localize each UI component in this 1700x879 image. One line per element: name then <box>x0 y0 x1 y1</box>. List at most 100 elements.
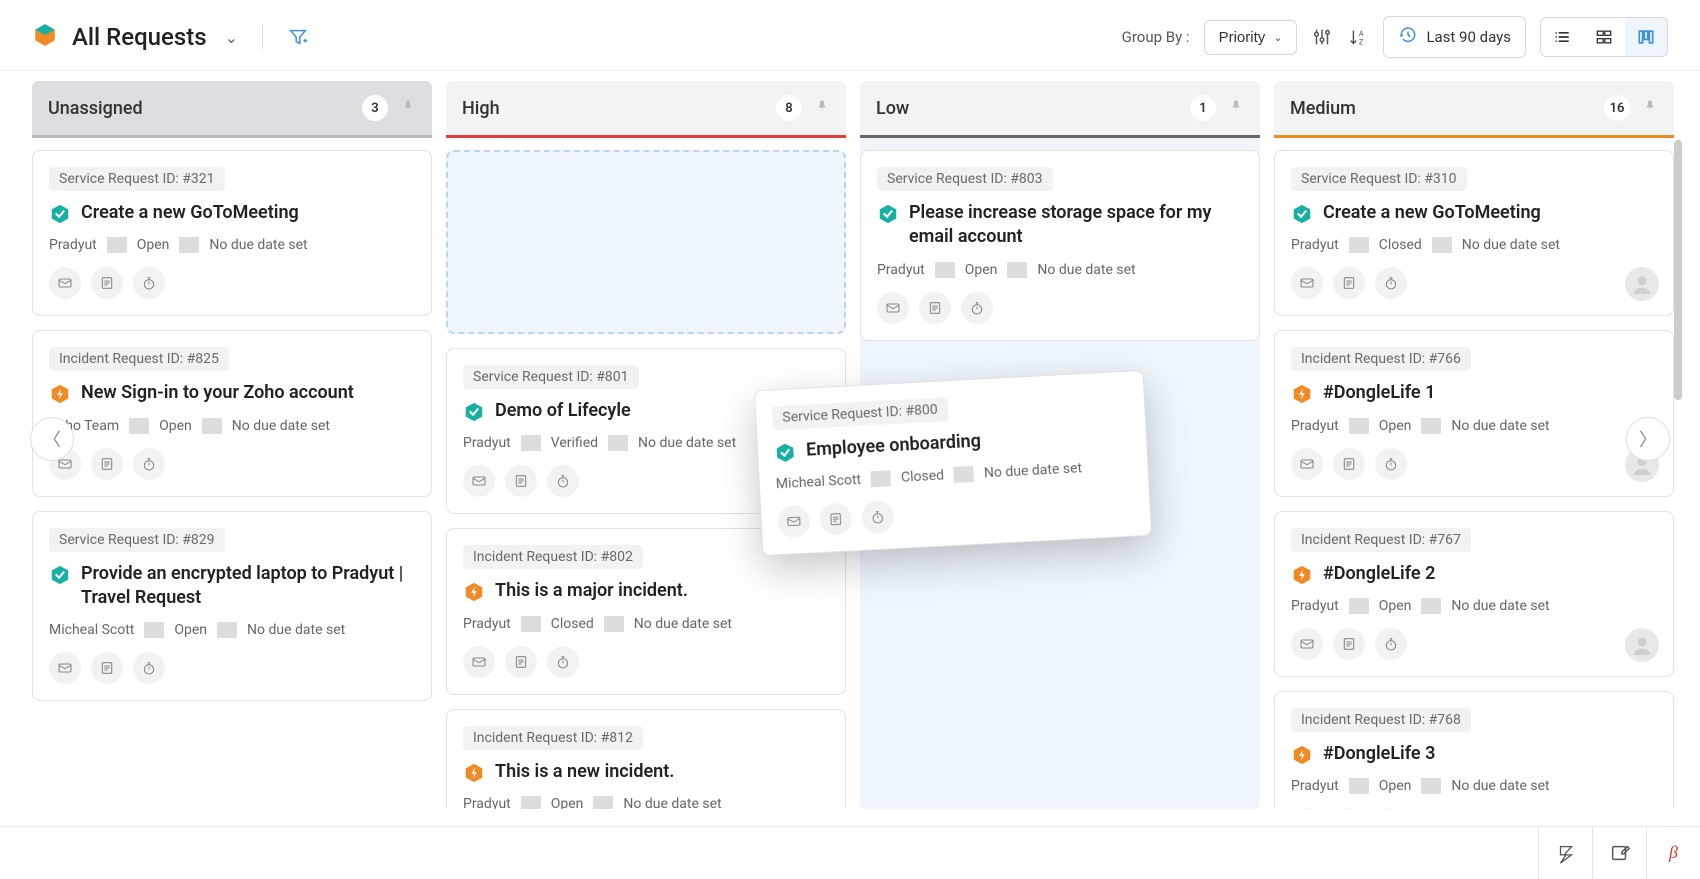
timer-icon[interactable] <box>133 267 165 299</box>
mail-icon[interactable] <box>463 465 495 497</box>
date-range-button[interactable]: Last 90 days <box>1383 16 1526 58</box>
mail-icon[interactable] <box>49 267 81 299</box>
zia-button[interactable] <box>1538 827 1592 879</box>
card-title: #DongleLife 1 <box>1323 381 1435 405</box>
pin-icon[interactable] <box>400 98 416 118</box>
scrollbar[interactable] <box>1674 140 1682 400</box>
pin-icon[interactable] <box>814 98 830 118</box>
mail-icon[interactable] <box>1291 808 1323 809</box>
mail-icon[interactable] <box>1291 448 1323 480</box>
view-kanban-button[interactable] <box>1625 18 1667 56</box>
column-body[interactable]: Service Request ID: #310 Create a new Go… <box>1274 138 1674 809</box>
request-card[interactable]: Incident Request ID: #768 #DongleLife 3 … <box>1274 691 1674 809</box>
timer-icon[interactable] <box>961 292 993 324</box>
timer-icon[interactable] <box>1375 448 1407 480</box>
note-icon[interactable] <box>1333 808 1365 809</box>
request-card[interactable]: Service Request ID: #803 Please increase… <box>860 150 1260 341</box>
timer-icon[interactable] <box>133 652 165 684</box>
note-icon[interactable] <box>919 292 951 324</box>
topbar: All Requests ⌄ Group By : Priority ⌄ Las… <box>0 0 1700 71</box>
card-meta: Zoho Team Open No due date set <box>49 418 415 434</box>
requester: Pradyut <box>877 262 935 278</box>
column-header[interactable]: Medium 16 <box>1274 81 1674 138</box>
note-icon[interactable] <box>1333 267 1365 299</box>
title-dropdown-chevron-icon[interactable]: ⌄ <box>225 28 238 47</box>
request-card[interactable]: Incident Request ID: #812 This is a new … <box>446 709 846 809</box>
dragging-card[interactable]: Service Request ID: #800 Employee onboar… <box>754 370 1152 556</box>
scroll-right-button[interactable]: 〉 <box>1626 417 1670 461</box>
column-count: 8 <box>776 95 802 121</box>
card-meta: Pradyut Open No due date set <box>1291 418 1657 434</box>
request-card[interactable]: Service Request ID: #321 Create a new Go… <box>32 150 432 316</box>
column-header[interactable]: High 8 <box>446 81 846 138</box>
view-toggle <box>1540 17 1668 57</box>
groupby-priority-dropdown[interactable]: Priority ⌄ <box>1204 20 1298 55</box>
note-icon[interactable] <box>1333 448 1365 480</box>
mail-icon[interactable] <box>49 652 81 684</box>
request-card[interactable]: Service Request ID: #310 Create a new Go… <box>1274 150 1674 316</box>
due-date: No due date set <box>1441 598 1559 614</box>
timer-icon[interactable] <box>1375 808 1407 809</box>
request-card[interactable]: Incident Request ID: #825 New Sign-in to… <box>32 330 432 496</box>
column-count: 1 <box>1190 95 1216 121</box>
mail-icon[interactable] <box>1291 267 1323 299</box>
timer-icon[interactable] <box>547 465 579 497</box>
column-title: Low <box>876 98 909 119</box>
status: Verified <box>541 435 608 451</box>
requester: Micheal Scott <box>49 622 144 638</box>
pin-icon[interactable] <box>1228 98 1244 118</box>
mail-icon[interactable] <box>1291 628 1323 660</box>
beta-button[interactable]: β <box>1646 827 1700 879</box>
incident-request-icon <box>1291 564 1313 586</box>
note-icon[interactable] <box>91 267 123 299</box>
assignee-avatar[interactable] <box>1625 267 1659 301</box>
mail-icon[interactable] <box>777 505 811 539</box>
groupby-label: Group By : <box>1122 28 1190 46</box>
timer-icon[interactable] <box>1375 267 1407 299</box>
column-body[interactable]: Service Request ID: #321 Create a new Go… <box>32 138 432 809</box>
request-card[interactable]: Service Request ID: #829 Provide an encr… <box>32 511 432 702</box>
card-meta: Pradyut Open No due date set <box>877 262 1243 278</box>
column-header[interactable]: Unassigned 3 <box>32 81 432 138</box>
request-card[interactable]: Incident Request ID: #767 #DongleLife 2 … <box>1274 511 1674 677</box>
mail-icon[interactable] <box>877 292 909 324</box>
column-header[interactable]: Low 1 <box>860 81 1260 138</box>
view-grid-button[interactable] <box>1583 18 1625 56</box>
note-icon[interactable] <box>505 465 537 497</box>
brand-icon <box>32 22 58 52</box>
note-icon[interactable] <box>91 652 123 684</box>
drop-slot[interactable] <box>446 150 846 334</box>
status: Open <box>1369 778 1422 794</box>
note-icon[interactable] <box>91 448 123 480</box>
due-date: No due date set <box>237 622 355 638</box>
edit-button[interactable] <box>1592 827 1646 879</box>
filter-button[interactable] <box>287 26 309 48</box>
card-title: Create a new GoToMeeting <box>1323 201 1541 225</box>
timer-icon[interactable] <box>133 448 165 480</box>
pin-icon[interactable] <box>1642 98 1658 118</box>
timer-icon[interactable] <box>861 500 895 534</box>
status: Open <box>149 418 202 434</box>
status: Open <box>127 237 180 253</box>
scroll-left-button[interactable]: 〈 <box>30 417 74 461</box>
settings-sliders-button[interactable] <box>1311 26 1333 48</box>
card-meta: Pradyut Closed No due date set <box>463 616 829 632</box>
mail-icon[interactable] <box>463 646 495 678</box>
due-date: No due date set <box>628 435 746 451</box>
sort-az-button[interactable] <box>1347 26 1369 48</box>
timer-icon[interactable] <box>1375 628 1407 660</box>
timer-icon[interactable] <box>547 646 579 678</box>
request-card[interactable]: Incident Request ID: #766 #DongleLife 1 … <box>1274 330 1674 496</box>
view-list-button[interactable] <box>1541 18 1583 56</box>
incident-request-icon <box>463 762 485 784</box>
column-title: Unassigned <box>48 98 143 119</box>
incident-request-icon <box>49 383 71 405</box>
status: Open <box>1369 418 1422 434</box>
note-icon[interactable] <box>505 646 537 678</box>
column-count: 16 <box>1604 95 1630 121</box>
note-icon[interactable] <box>819 503 853 537</box>
clock-history-icon <box>1398 25 1418 49</box>
assignee-avatar[interactable] <box>1625 628 1659 662</box>
incident-request-icon <box>1291 383 1313 405</box>
note-icon[interactable] <box>1333 628 1365 660</box>
